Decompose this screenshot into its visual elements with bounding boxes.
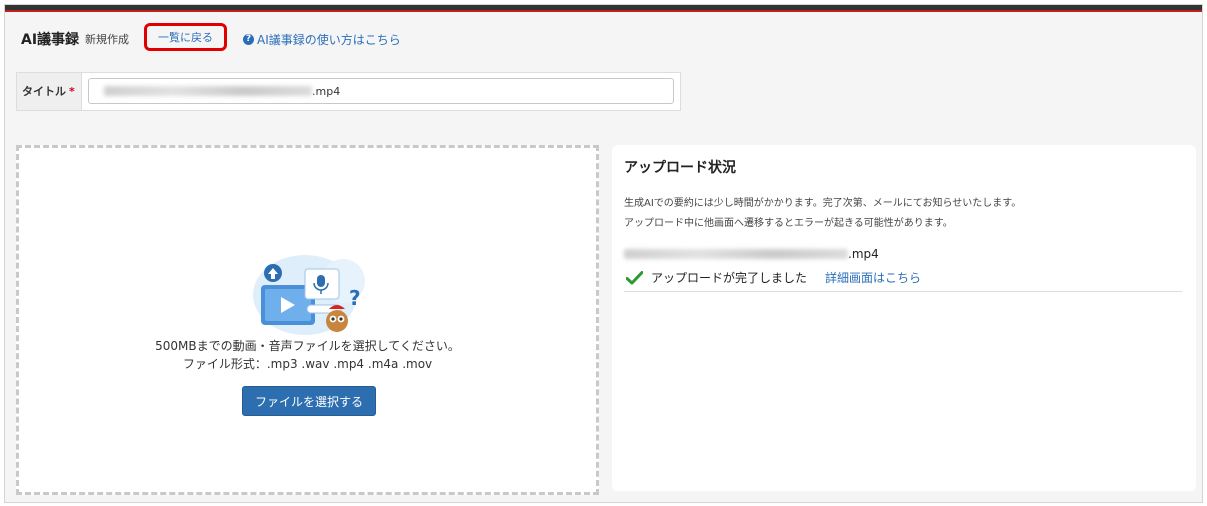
help-icon: ? bbox=[243, 33, 254, 45]
upload-complete-row: アップロードが完了しました 詳細画面はこちら bbox=[626, 269, 921, 286]
title-label-text: タイトル bbox=[22, 85, 66, 98]
title-label: タイトル * bbox=[17, 73, 82, 110]
status-divider bbox=[624, 291, 1182, 292]
status-note-line-1: 生成AIでの要約には少し時間がかかります。完了次第、メールにてお知らせいたします… bbox=[624, 198, 1022, 209]
title-field-row: タイトル * .mp4 bbox=[16, 72, 681, 111]
page-title: AI議事録 bbox=[21, 32, 80, 48]
redacted-filename bbox=[624, 249, 848, 259]
dropzone-line-size: 500MBまでの動画・音声ファイルを選択してください。 bbox=[155, 339, 460, 353]
upload-illustration: ? bbox=[253, 255, 365, 335]
upload-status-panel: アップロード状況 生成AIでの要約には少し時間がかかります。完了次第、メールにて… bbox=[612, 145, 1196, 491]
help-link-label: AI議事録の使い方はこちら bbox=[257, 32, 401, 47]
back-to-list-link[interactable]: 一覧に戻る bbox=[144, 23, 227, 51]
status-note-line-2: アップロード中に他画面へ遷移するとエラーが起きる可能性があります。 bbox=[624, 218, 953, 229]
uploaded-file-name: .mp4 bbox=[624, 247, 879, 261]
uploaded-file-suffix: .mp4 bbox=[848, 247, 879, 261]
status-note: 生成AIでの要約には少し時間がかかります。完了次第、メールにてお知らせいたします… bbox=[624, 194, 1021, 234]
status-title: アップロード状況 bbox=[624, 160, 736, 176]
file-dropzone[interactable]: ? 500MBまでの動画・音声ファイルを選択してください。 ファイル形式：.mp… bbox=[16, 145, 599, 495]
dropzone-instructions: 500MBまでの動画・音声ファイルを選択してください。 ファイル形式：.mp3 … bbox=[19, 337, 596, 373]
page-subtitle: 新規作成 bbox=[85, 33, 130, 46]
help-link[interactable]: ? AI議事録の使い方はこちら bbox=[243, 29, 401, 49]
app-frame: AI議事録 新規作成 一覧に戻る ? AI議事録の使い方はこちら タイトル * .… bbox=[4, 4, 1203, 503]
check-icon bbox=[626, 270, 643, 284]
page-header: AI議事録 新規作成 一覧に戻る ? AI議事録の使い方はこちら bbox=[21, 23, 401, 51]
svg-text:?: ? bbox=[349, 286, 361, 310]
select-file-button[interactable]: ファイルを選択する bbox=[242, 386, 376, 416]
detail-page-link[interactable]: 詳細画面はこちら bbox=[825, 269, 921, 286]
dropzone-line-formats: ファイル形式：.mp3 .wav .mp4 .m4a .mov bbox=[182, 357, 433, 371]
title-input[interactable]: .mp4 bbox=[88, 78, 674, 104]
title-input-suffix: .mp4 bbox=[312, 84, 341, 98]
top-bar-accent bbox=[5, 10, 1202, 12]
title-input-wrap: .mp4 bbox=[82, 73, 680, 110]
redacted-filename bbox=[104, 86, 312, 96]
upload-complete-text: アップロードが完了しました bbox=[651, 271, 808, 285]
required-mark: * bbox=[69, 85, 75, 98]
